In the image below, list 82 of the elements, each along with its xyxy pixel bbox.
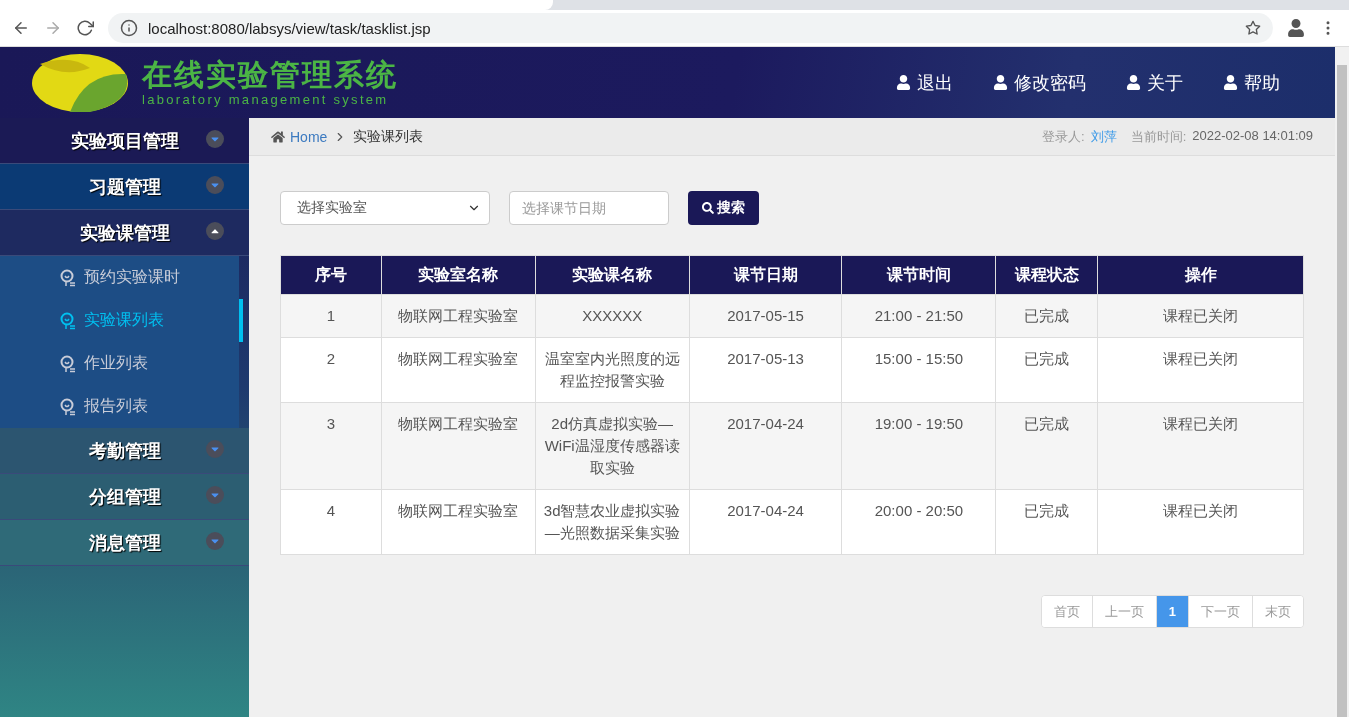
search-button[interactable]: 搜索 bbox=[688, 191, 759, 225]
sidebar-group[interactable]: 消息管理 bbox=[0, 520, 249, 566]
home-icon bbox=[271, 129, 285, 144]
lab-select[interactable]: 选择实验室 bbox=[280, 191, 490, 225]
search-icon bbox=[702, 202, 714, 214]
logo-subtitle: laboratory management system bbox=[142, 92, 390, 107]
header-link[interactable]: 关于 bbox=[1126, 70, 1183, 95]
header-link[interactable]: 退出 bbox=[896, 70, 953, 95]
column-header: 课节时间 bbox=[841, 255, 996, 295]
table-cell: 物联网工程实验室 bbox=[381, 402, 536, 490]
sidebar-item[interactable]: 预约实验课时 bbox=[0, 256, 243, 299]
user-label: 登录人: bbox=[1042, 127, 1085, 146]
home-link[interactable]: Home bbox=[271, 128, 328, 145]
table-cell: 3 bbox=[280, 402, 382, 490]
table-cell: 15:00 - 15:50 bbox=[841, 337, 996, 403]
table-cell: 20:00 - 20:50 bbox=[841, 489, 996, 555]
table-cell: 课程已关闭 bbox=[1097, 402, 1304, 490]
table-cell: 课程已关闭 bbox=[1097, 337, 1304, 403]
table-cell: 已完成 bbox=[995, 489, 1098, 555]
info-icon bbox=[120, 19, 138, 37]
table-cell: 物联网工程实验室 bbox=[381, 294, 536, 338]
user-icon bbox=[1126, 75, 1141, 90]
reload-icon[interactable] bbox=[76, 19, 94, 37]
time-label: 当前时间: bbox=[1130, 127, 1187, 146]
caret-icon bbox=[206, 130, 224, 148]
logo-icon bbox=[30, 51, 130, 114]
table-cell: 2017-04-24 bbox=[689, 489, 842, 555]
table-cell: 课程已关闭 bbox=[1097, 294, 1304, 338]
column-header: 实验课名称 bbox=[535, 255, 690, 295]
caret-icon bbox=[206, 222, 224, 240]
breadcrumb-current: 实验课列表 bbox=[353, 127, 424, 146]
sidebar-group[interactable]: 习题管理 bbox=[0, 164, 249, 210]
sidebar-item[interactable]: 报告列表 bbox=[0, 385, 243, 428]
table-cell: 已完成 bbox=[995, 402, 1098, 490]
header-link[interactable]: 修改密码 bbox=[993, 70, 1086, 95]
bulb-icon bbox=[60, 311, 76, 330]
header-link[interactable]: 帮助 bbox=[1223, 70, 1280, 95]
sidebar-item[interactable]: 作业列表 bbox=[0, 342, 243, 385]
user-icon bbox=[896, 75, 911, 90]
table-cell: 21:00 - 21:50 bbox=[841, 294, 996, 338]
scrollbar-thumb[interactable] bbox=[1337, 65, 1347, 717]
column-header: 序号 bbox=[280, 255, 382, 295]
caret-icon bbox=[206, 486, 224, 504]
caret-icon bbox=[206, 176, 224, 194]
table-cell: 已完成 bbox=[995, 337, 1098, 403]
profile-icon[interactable] bbox=[1287, 19, 1305, 37]
star-icon[interactable] bbox=[1245, 20, 1261, 36]
table-cell: 物联网工程实验室 bbox=[381, 489, 536, 555]
bulb-icon bbox=[60, 354, 76, 373]
back-icon[interactable] bbox=[12, 19, 30, 37]
table-cell: 3d智慧农业虚拟实验—光照数据采集实验 bbox=[535, 489, 690, 555]
logo-title: 在线实验管理系统 bbox=[142, 58, 398, 92]
sidebar-group[interactable]: 实验课管理 bbox=[0, 210, 249, 256]
table-cell: 19:00 - 19:50 bbox=[841, 402, 996, 490]
sidebar-item[interactable]: 实验课列表 bbox=[0, 299, 243, 342]
table-cell: 2017-05-13 bbox=[689, 337, 842, 403]
address-bar[interactable]: localhost:8080/labsys/view/task/tasklist.jsp bbox=[108, 13, 1273, 43]
column-header: 课程状态 bbox=[995, 255, 1098, 295]
table-cell: 2d仿真虚拟实验—WiFi温湿度传感器读取实验 bbox=[535, 402, 690, 490]
caret-icon bbox=[206, 440, 224, 458]
table-cell: 课程已关闭 bbox=[1097, 489, 1304, 555]
table-cell: 1 bbox=[280, 294, 382, 338]
column-header: 实验室名称 bbox=[381, 255, 536, 295]
date-field[interactable]: 选择课节日期 bbox=[509, 191, 669, 225]
column-header: 课节日期 bbox=[689, 255, 842, 295]
table-cell: 2017-04-24 bbox=[689, 402, 842, 490]
table-cell: 2017-05-15 bbox=[689, 294, 842, 338]
table-cell: 温室室内光照度的远程监控报警实验 bbox=[535, 337, 690, 403]
bulb-icon bbox=[60, 268, 76, 287]
table-cell: XXXXXX bbox=[535, 294, 690, 338]
bulb-icon bbox=[60, 397, 76, 416]
sidebar-group[interactable]: 分组管理 bbox=[0, 474, 249, 520]
current-time: 2022-02-08 14:01:09 bbox=[1192, 127, 1313, 145]
table-cell: 物联网工程实验室 bbox=[381, 337, 536, 403]
table-cell: 已完成 bbox=[995, 294, 1098, 338]
caret-icon bbox=[206, 532, 224, 550]
column-header: 操作 bbox=[1097, 255, 1304, 295]
sidebar-group[interactable]: 考勤管理 bbox=[0, 428, 249, 474]
user-icon bbox=[993, 75, 1008, 90]
user-icon bbox=[1223, 75, 1238, 90]
table-cell: 4 bbox=[280, 489, 382, 555]
table-cell: 2 bbox=[280, 337, 382, 403]
